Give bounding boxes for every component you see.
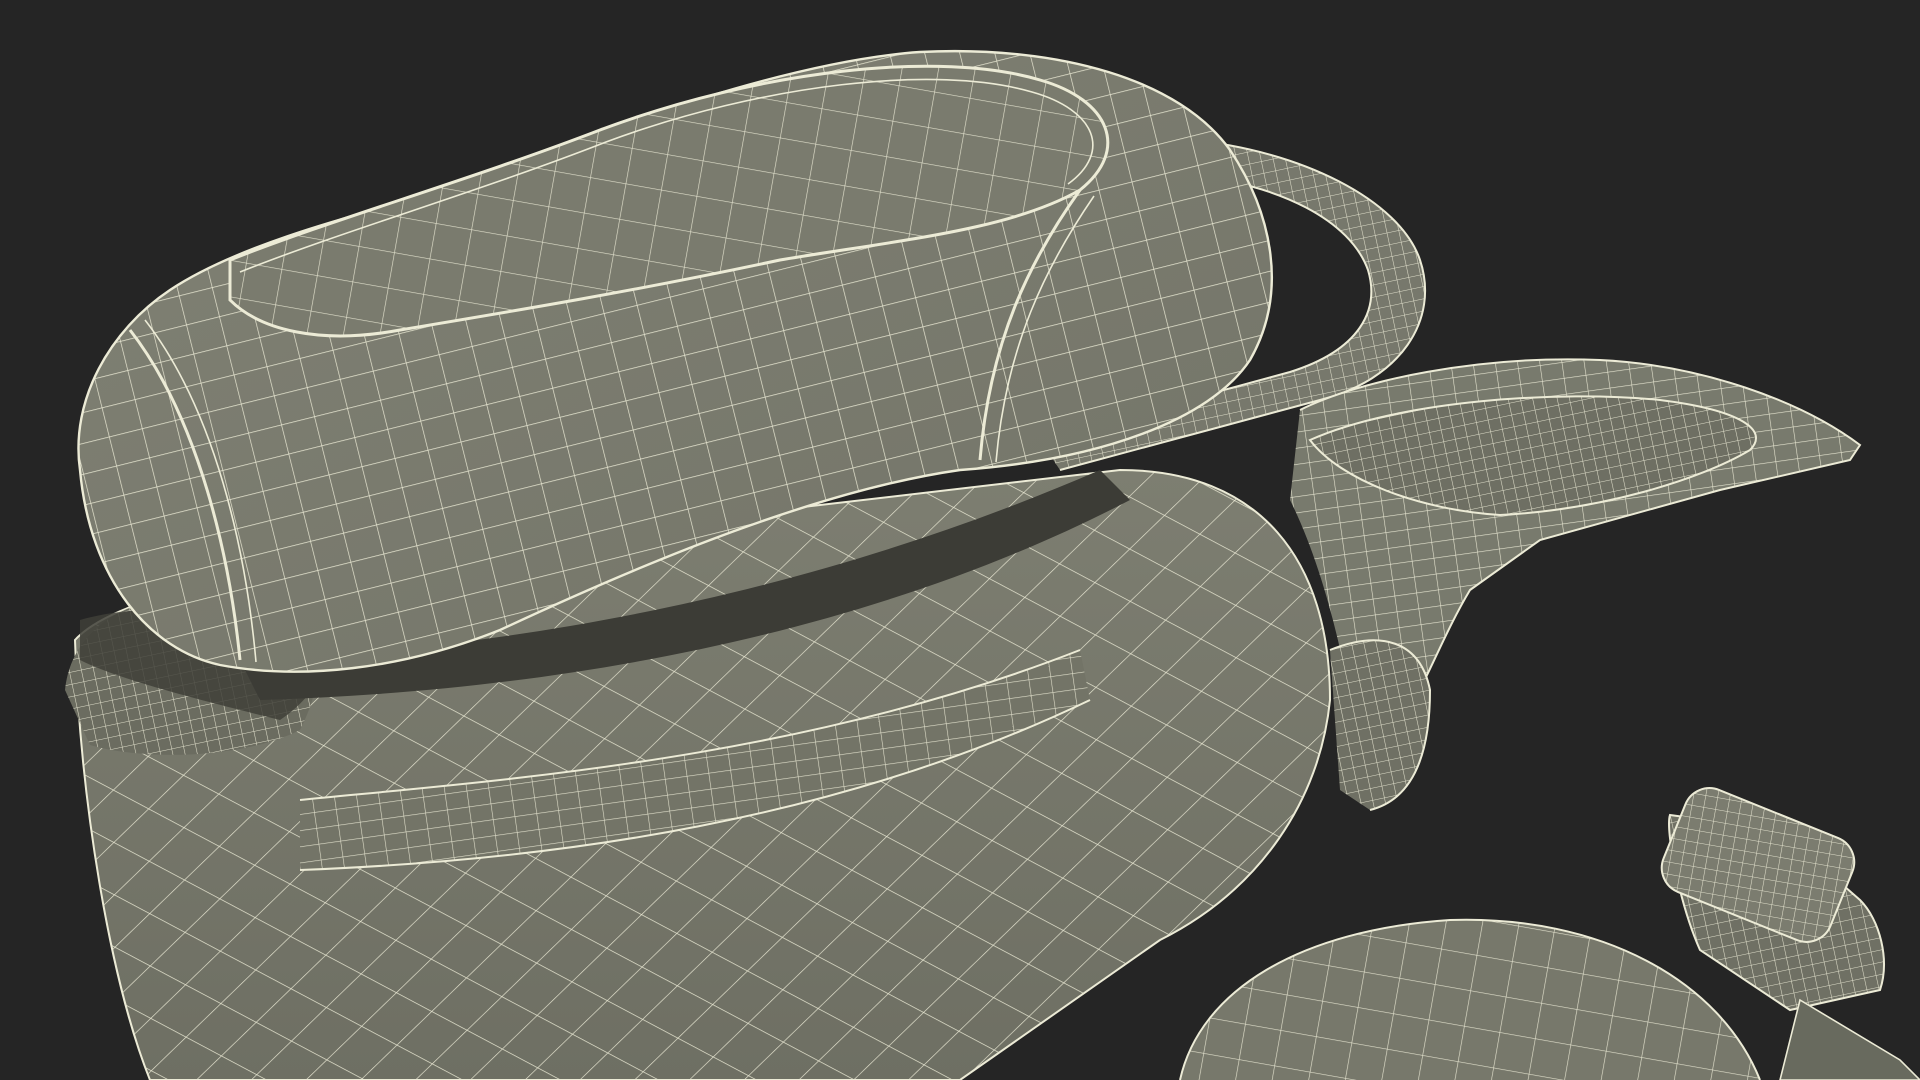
wireframe-render bbox=[0, 0, 1920, 1080]
render-viewport bbox=[0, 0, 1920, 1080]
